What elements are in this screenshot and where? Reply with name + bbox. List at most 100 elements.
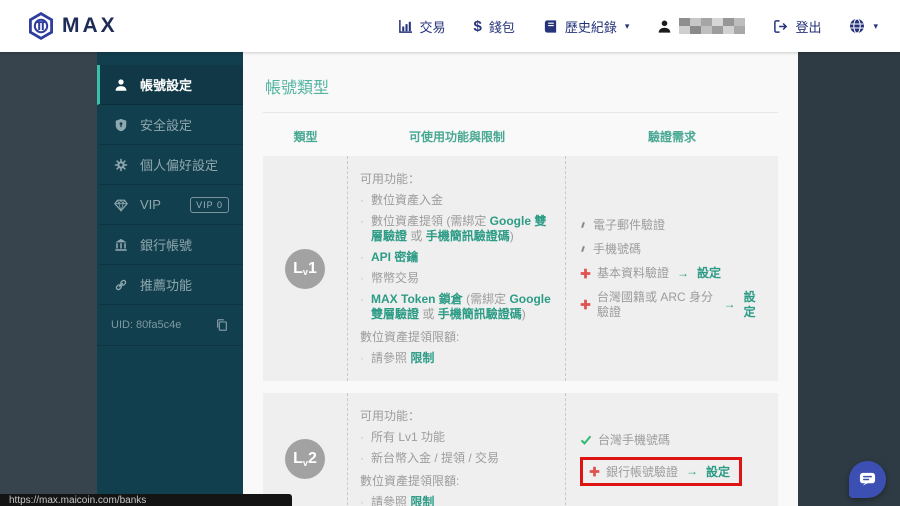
withdrawal-limit-title: 數位資產提領限額:: [360, 474, 460, 488]
globe-icon: [850, 18, 865, 34]
sidebar-item-referral[interactable]: 推薦功能: [97, 265, 243, 305]
identity-setup-link[interactable]: 設定: [744, 290, 764, 320]
sidebar-item-security-settings[interactable]: 安全設定: [97, 105, 243, 145]
tick-icon: [581, 245, 585, 253]
feature-item: · 數位資產入金: [360, 193, 444, 207]
max-logo[interactable]: MAX: [26, 11, 118, 41]
language-menu[interactable]: ▾: [849, 18, 878, 34]
lv1-badge: Lv1: [285, 248, 325, 289]
bar-chart-icon: [398, 19, 412, 33]
nav-logout-label: 登出: [795, 19, 822, 35]
sms-code-link[interactable]: 手機簡訊驗證碼: [426, 229, 510, 243]
settings-sidebar: 帳號設定 安全設定 個人偏好設定 VIP VIP 0 銀行帳號 推薦功能 UID…: [97, 52, 243, 506]
page-background-right: [798, 52, 900, 506]
lv2-requirements-cell: 台灣手機號碼 銀行帳號驗證 → 設定: [566, 393, 778, 506]
limit-link[interactable]: 限制: [410, 495, 434, 506]
copy-icon[interactable]: [215, 318, 229, 332]
lv1-row: Lv1 可用功能： · 數位資產入金 · 數位資產提領 (需綁定 Google 雙層…: [263, 156, 778, 381]
bullet: ·: [360, 430, 364, 444]
account-type-table-header: 類型 可使用功能與限制 驗證需求: [263, 113, 778, 156]
nav-history[interactable]: 歷史紀錄 ▾: [543, 17, 629, 36]
page-title: 帳號類型: [263, 66, 778, 113]
sidebar-item-label: 銀行帳號: [140, 238, 193, 253]
gear-icon: [114, 158, 128, 171]
lv1-features-cell: 可用功能： · 數位資產入金 · 數位資產提領 (需綁定 Google 雙層驗證 或…: [348, 156, 566, 381]
red-plus-icon: [580, 299, 591, 310]
book-icon: [544, 19, 557, 33]
red-plus-icon: [580, 268, 591, 278]
max-token-lock-link[interactable]: MAX Token 鎖倉: [371, 292, 463, 306]
account-type-panel: 帳號類型 類型 可使用功能與限制 驗證需求 Lv1 可用功能： · 數位資產入金 …: [243, 52, 798, 506]
feature-item: · 數位資產提領 (需綁定 Google 雙層驗證 或 手機簡訊驗證碼): [360, 214, 547, 243]
feature-item: · 新台幣入金 / 提領 / 交易: [360, 451, 500, 465]
top-navbar: MAX 交易 $ 錢包 歷史紀錄 ▾ 登出 ▾: [0, 0, 900, 52]
shield-icon: [115, 118, 127, 131]
sidebar-item-bank-accounts[interactable]: 銀行帳號: [97, 225, 243, 265]
tick-icon: [581, 221, 585, 229]
link-icon: [115, 279, 127, 290]
bullet: ·: [360, 292, 364, 306]
bank-icon: [115, 238, 127, 251]
requirement-basic-info: 基本資料驗證 → 設定: [580, 266, 764, 281]
sidebar-item-account-settings[interactable]: 帳號設定: [97, 65, 243, 105]
requirement-bank: 銀行帳號驗證: [606, 464, 679, 479]
bullet: ·: [360, 250, 364, 264]
badge-text: v: [302, 267, 308, 277]
user-icon: [115, 78, 127, 91]
badge-text: 1: [307, 259, 317, 277]
feature-item: · 所有 Lv1 功能: [360, 430, 446, 444]
requirement-identity: 台灣國籍或 ARC 身分驗證 → 設定: [580, 290, 764, 320]
requirement-phone: 手機號碼: [580, 242, 764, 257]
vip-level-badge: VIP 0: [190, 196, 229, 213]
badge-text: L: [293, 450, 303, 467]
logo-wordmark: MAX: [62, 14, 118, 37]
feature-item: · MAX Token 鎖倉 (需綁定 Google 雙層驗證 或 手機簡訊驗證碼…: [360, 292, 551, 321]
sidebar-item-preferences[interactable]: 個人偏好設定: [97, 145, 243, 185]
max-logo-icon: [29, 12, 53, 40]
lv2-badge: Lv2: [285, 439, 325, 479]
chevron-down-icon: ▾: [873, 20, 878, 31]
feature-item: · 幣幣交易: [360, 271, 420, 285]
api-key-link[interactable]: API 密鑰: [371, 250, 418, 265]
features-title: 可用功能：: [360, 172, 421, 186]
bank-verification-highlight-box: 銀行帳號驗證 → 設定: [580, 456, 743, 486]
gem-icon: [114, 198, 128, 212]
limit-item: · 請參照 限制: [360, 351, 435, 365]
bullet: ·: [360, 193, 364, 207]
bullet: ·: [360, 271, 364, 285]
chat-launcher[interactable]: [849, 461, 886, 498]
chat-icon: [859, 472, 876, 486]
badge-text: v: [302, 457, 308, 468]
logout-icon: [774, 19, 788, 33]
user-menu[interactable]: [657, 18, 746, 34]
sidebar-item-label: 推薦功能: [140, 278, 193, 293]
limit-item: · 請參照 限制: [360, 495, 553, 506]
bullet: ·: [360, 451, 364, 465]
arrow-icon: →: [723, 297, 736, 311]
nav-history-label: 歷史紀錄: [564, 19, 617, 35]
navbar-menu: 交易 $ 錢包 歷史紀錄 ▾ 登出 ▾: [398, 17, 878, 36]
badge-text: L: [293, 259, 303, 277]
sms-code-link[interactable]: 手機簡訊驗證碼: [438, 307, 522, 321]
bank-setup-link[interactable]: 設定: [706, 463, 730, 480]
lv2-row: Lv2 可用功能： · 所有 Lv1 功能 · 新台幣入金 / 提領 / 交易 數位…: [263, 393, 778, 506]
limit-link[interactable]: 限制: [410, 351, 434, 365]
sidebar-item-label: 個人偏好設定: [140, 158, 219, 173]
lv2-badge-cell: Lv2: [263, 393, 348, 506]
nav-logout[interactable]: 登出: [773, 17, 821, 36]
user-icon: [659, 20, 671, 33]
basic-info-setup-link[interactable]: 設定: [697, 266, 721, 281]
green-check-icon: [580, 435, 592, 445]
link-preview-statusbar: https://max.maicoin.com/banks: [0, 494, 292, 506]
uid-value: UID: 80fa5c4e: [111, 319, 182, 331]
sidebar-item-vip[interactable]: VIP VIP 0: [97, 185, 243, 225]
dollar-icon: $: [473, 17, 482, 35]
nav-wallet[interactable]: $ 錢包: [474, 17, 515, 36]
sidebar-item-label: VIP: [140, 197, 161, 212]
nav-trade-label: 交易: [419, 19, 446, 35]
arrow-icon: →: [677, 265, 690, 280]
lv1-requirements-cell: 電子郵件驗證 手機號碼 基本資料驗證 → 設定 台灣國籍或 ARC 身分驗證 →…: [566, 156, 778, 381]
lv1-badge-cell: Lv1: [263, 156, 348, 381]
nav-trade[interactable]: 交易: [398, 17, 446, 36]
requirement-tw-phone: 台灣手機號碼: [580, 433, 764, 448]
